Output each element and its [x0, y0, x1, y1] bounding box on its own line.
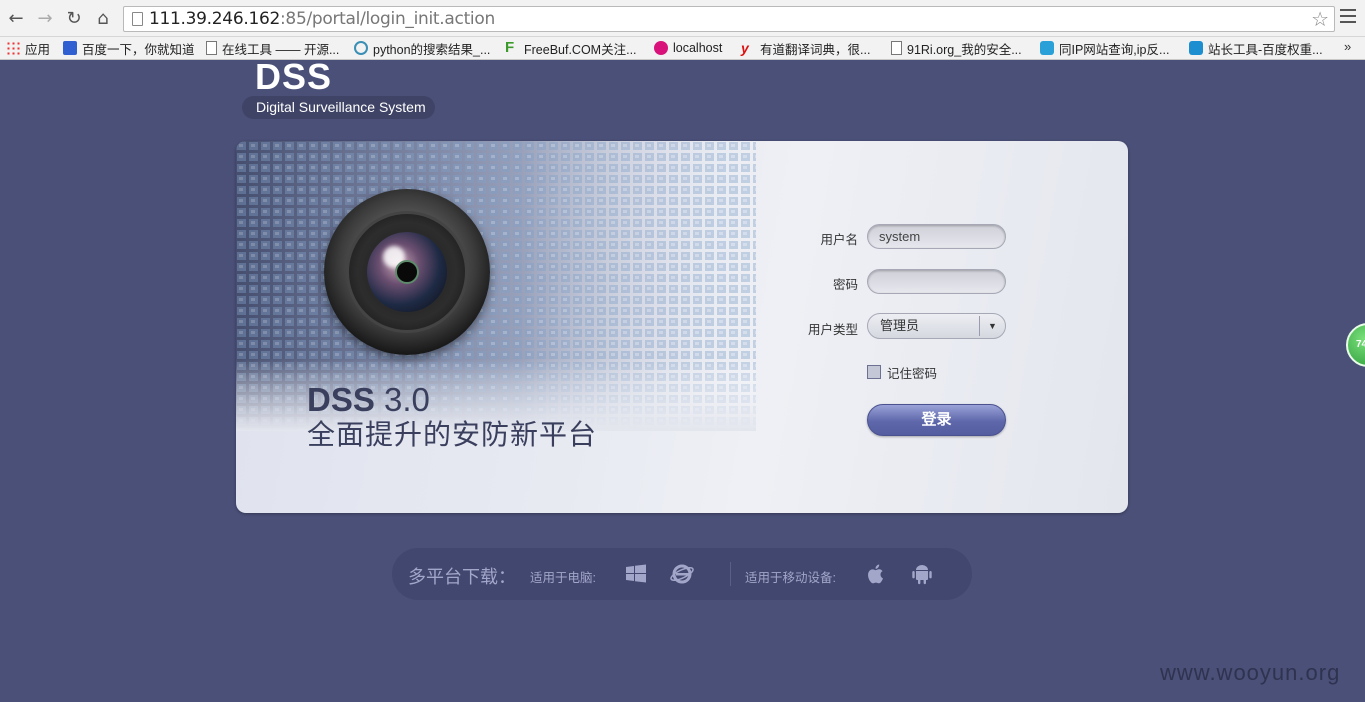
bookmark-label: localhost — [673, 41, 723, 55]
browser-menu-icon[interactable] — [1340, 9, 1356, 27]
bookmark-label: 在线工具 —— 开源... — [222, 42, 340, 57]
address-bar[interactable]: 111.39.246.162:85/portal/login_init.acti… — [123, 6, 1335, 32]
bookmarks-bar: 应用 百度一下，你就知道 在线工具 —— 开源... python的搜索结果_.… — [0, 37, 1365, 60]
bookmark-label: FreeBuf.COM关注... — [524, 42, 637, 57]
ip-query-icon — [1040, 41, 1054, 55]
login-panel: DSS 3.0 全面提升的安防新平台 用户名 密码 用户类型 管理员 ▼ 记住密… — [236, 141, 1128, 513]
password-input[interactable] — [879, 270, 997, 292]
windows-icon[interactable] — [624, 562, 648, 586]
url-path: :85/portal/login_init.action — [280, 9, 495, 29]
username-input[interactable] — [879, 225, 997, 247]
bookmark-freebuf[interactable]: F FreeBuf.COM关注... — [505, 39, 637, 57]
pc-download-label: 适用于电脑: — [530, 571, 596, 585]
back-icon[interactable]: ← — [4, 6, 28, 30]
chevron-down-icon[interactable]: ▼ — [979, 316, 1005, 336]
bookmark-star-icon[interactable]: ☆ — [1311, 7, 1329, 32]
logo-title: DSS — [255, 56, 333, 97]
password-field[interactable] — [867, 269, 1006, 294]
logo-subtitle: Digital Surveillance System — [242, 96, 435, 119]
freebuf-f-icon: F — [505, 39, 515, 56]
home-icon[interactable]: ⌂ — [91, 6, 115, 30]
apple-icon[interactable] — [864, 562, 888, 586]
bookmark-youdao[interactable]: y 有道翻译词典，很... — [741, 39, 870, 57]
password-label: 密码 — [832, 278, 858, 292]
remember-password-label[interactable]: 记住密码 — [887, 363, 937, 382]
bookmark-ip-query[interactable]: 同IP网站查询,ip反... — [1040, 39, 1169, 57]
usertype-value: 管理员 — [880, 318, 920, 333]
bookmark-91ri[interactable]: 91Ri.org_我的安全... — [891, 39, 1022, 57]
usertype-select[interactable]: 管理员 ▼ — [867, 313, 1006, 339]
camera-lens-image — [324, 189, 490, 355]
bookmark-label: 应用 — [25, 42, 51, 57]
usertype-label: 用户类型 — [807, 323, 858, 337]
chinaz-icon — [1189, 41, 1203, 55]
localhost-icon — [654, 41, 668, 55]
baidu-paw-icon — [63, 41, 77, 55]
username-label: 用户名 — [820, 233, 858, 247]
youdao-y-icon: y — [741, 40, 749, 56]
mobile-download-label: 适用于移动设备: — [745, 571, 836, 585]
play-circle-icon — [354, 41, 368, 55]
bookmark-online-tools[interactable]: 在线工具 —— 开源... — [206, 39, 339, 57]
bookmark-python[interactable]: python的搜索结果_... — [354, 39, 490, 57]
bookmark-localhost[interactable]: localhost — [654, 39, 722, 57]
download-bar: 多平台下载： 适用于电脑: 适用于移动设备: — [392, 548, 972, 600]
bookmark-label: python的搜索结果_... — [373, 42, 491, 57]
bookmarks-more-button[interactable]: » — [1344, 39, 1351, 54]
forward-icon[interactable]: → — [33, 6, 57, 30]
bookmark-baidu[interactable]: 百度一下，你就知道 — [63, 39, 195, 57]
apps-grid-icon — [6, 41, 20, 55]
bookmark-label: 同IP网站查询,ip反... — [1059, 42, 1170, 57]
page-icon — [206, 41, 217, 55]
remember-password-checkbox[interactable] — [867, 365, 881, 379]
bookmark-apps[interactable]: 应用 — [6, 39, 50, 57]
product-slogan: 全面提升的安防新平台 — [307, 419, 598, 450]
login-button[interactable]: 登录 — [867, 404, 1006, 436]
browser-toolbar: ← → ↻ ⌂ 111.39.246.162:85/portal/login_i… — [0, 0, 1365, 37]
bookmark-chinaz[interactable]: 站长工具-百度权重... — [1189, 39, 1323, 57]
reload-icon[interactable]: ↻ — [62, 6, 86, 30]
floating-badge[interactable]: 74 — [1346, 323, 1365, 367]
ie-browser-icon[interactable] — [670, 562, 694, 586]
username-field[interactable] — [867, 224, 1006, 249]
bookmark-label: 站长工具-百度权重... — [1208, 42, 1323, 57]
url-text[interactable]: 111.39.246.162:85/portal/login_init.acti… — [149, 9, 495, 29]
url-host: 111.39.246.162 — [149, 9, 280, 29]
bookmark-label: 91Ri.org_我的安全... — [907, 42, 1022, 57]
bookmark-label: 有道翻译词典，很... — [760, 42, 871, 57]
bookmark-label: 百度一下，你就知道 — [82, 42, 195, 57]
download-title: 多平台下载： — [408, 567, 516, 587]
divider — [730, 562, 731, 586]
page-icon — [891, 41, 902, 55]
page-icon — [132, 12, 143, 26]
watermark: www.wooyun.org — [1160, 660, 1341, 685]
android-icon[interactable] — [910, 562, 934, 586]
